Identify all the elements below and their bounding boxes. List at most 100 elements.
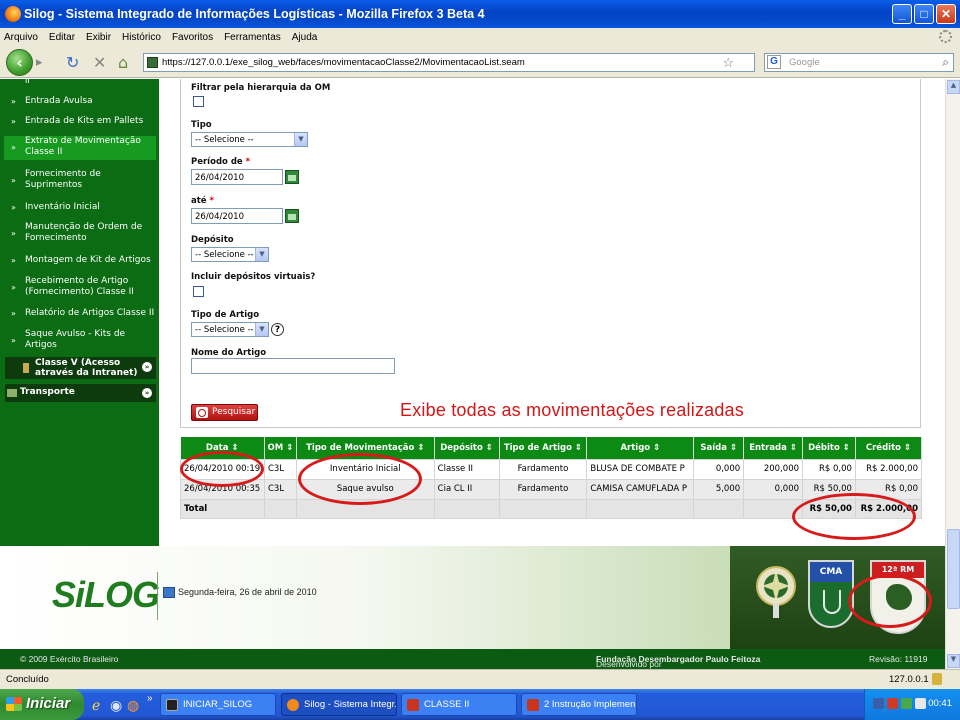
pesquisar-button[interactable]: Pesquisar bbox=[191, 404, 258, 421]
url-bar[interactable]: https://127.0.0.1/exe_silog_web/faces/mo… bbox=[143, 53, 755, 72]
tipo-artigo-label: Tipo de Artigo bbox=[191, 310, 260, 320]
lock-icon[interactable] bbox=[932, 673, 942, 685]
firefox-icon bbox=[287, 699, 299, 711]
periodo-de-input[interactable]: 26/04/2010 bbox=[191, 169, 283, 185]
chevron-down-icon[interactable]: ▼ bbox=[294, 133, 307, 146]
col-saida[interactable]: Saída ⇕ bbox=[693, 437, 745, 459]
task-classe-ii[interactable]: CLASSE II bbox=[401, 693, 517, 716]
maximize-button[interactable]: □ bbox=[914, 4, 934, 24]
sidebar-item-saque[interactable]: » Saque Avulso - Kits de Artigos bbox=[4, 329, 156, 351]
arrow-icon: » bbox=[11, 117, 16, 126]
calendar-icon bbox=[163, 587, 175, 598]
menu-editar[interactable]: Editar bbox=[49, 32, 75, 43]
google-icon[interactable]: G bbox=[767, 55, 781, 69]
windows-taskbar: Iniciar ℯ ◉ ◍ » INICIAR_SILOG Silog - Si… bbox=[0, 689, 960, 720]
forward-arrow-icon[interactable]: ▸ bbox=[36, 55, 53, 72]
current-date: Segunda-feira, 26 de abril de 2010 bbox=[163, 587, 317, 598]
arrow-icon: » bbox=[11, 97, 16, 106]
col-tipo-artigo[interactable]: Tipo de Artigo ⇕ bbox=[499, 437, 588, 459]
help-icon[interactable]: ? bbox=[271, 323, 284, 336]
silog-logo: SiLOG bbox=[52, 574, 160, 615]
col-debito[interactable]: Débito ⇕ bbox=[802, 437, 856, 459]
update-icon[interactable] bbox=[901, 698, 912, 709]
sidebar-item-extrato[interactable]: » Extrato de Movimentação Classe II bbox=[4, 136, 156, 160]
security-icon[interactable] bbox=[887, 698, 898, 709]
deposito-select[interactable]: -- Selecione -- ▼ bbox=[191, 247, 269, 262]
task-silog-firefox[interactable]: Silog - Sistema Integr... bbox=[281, 693, 397, 716]
scroll-down-icon[interactable]: ▼ bbox=[947, 654, 960, 668]
table-row[interactable]: 26/04/2010 00:19 C3L Inventário Inicial … bbox=[180, 458, 923, 480]
sidebar-group-transporte[interactable]: Transporte » bbox=[5, 384, 156, 402]
col-credito[interactable]: Crédito ⇕ bbox=[855, 437, 923, 459]
sidebar-item-entrada-kits[interactable]: » Entrada de Kits em Pallets bbox=[4, 116, 156, 127]
status-bar: Concluído 127.0.0.1 bbox=[0, 669, 960, 689]
tipo-label: Tipo bbox=[191, 120, 212, 130]
ate-label: até * bbox=[191, 196, 214, 206]
window-title: Silog - Sistema Integrado de Informações… bbox=[24, 7, 485, 21]
sidebar-item-fornecimento[interactable]: » Fornecimento de Suprimentos bbox=[4, 169, 156, 191]
task-instrucao[interactable]: 2 Instrução Implemen... bbox=[521, 693, 637, 716]
periodo-ate-input[interactable]: 26/04/2010 bbox=[191, 208, 283, 224]
table-row[interactable]: 26/04/2010 00:35 C3L Saque avulso Cia CL… bbox=[180, 478, 923, 500]
highlight-circle-movimentacao bbox=[298, 453, 422, 505]
menu-favoritos[interactable]: Favoritos bbox=[172, 32, 213, 43]
menu-exibir[interactable]: Exibir bbox=[86, 32, 111, 43]
start-button[interactable]: Iniciar bbox=[0, 689, 84, 720]
sidebar-item-manutencao[interactable]: » Manutenção de Ordem de Fornecimento bbox=[4, 222, 156, 244]
sidebar-item-montagem[interactable]: » Montagem de Kit de Artigos bbox=[4, 255, 156, 266]
home-icon[interactable]: ⌂ bbox=[118, 53, 128, 72]
menu-ajuda[interactable]: Ajuda bbox=[292, 32, 318, 43]
search-input[interactable]: G Google ⌕ bbox=[764, 53, 954, 72]
volume-icon[interactable] bbox=[915, 698, 926, 709]
sidebar-item-relatorio[interactable]: » Relatório de Artigos Classe II bbox=[4, 308, 156, 319]
stop-icon[interactable]: ✕ bbox=[93, 53, 106, 72]
annotation-text: Exibe todas as movimentações realizadas bbox=[400, 400, 744, 420]
chevron-down-icon[interactable]: ▼ bbox=[255, 323, 268, 336]
ie-icon[interactable]: ℯ bbox=[92, 697, 100, 714]
calendar-icon[interactable] bbox=[285, 209, 299, 223]
search-icon bbox=[196, 407, 208, 418]
sidebar-item-inventario[interactable]: » Inventário Inicial bbox=[4, 202, 156, 213]
arrow-icon: » bbox=[11, 176, 16, 185]
nome-artigo-input[interactable] bbox=[191, 358, 395, 374]
menu-arquivo[interactable]: Arquivo bbox=[4, 32, 38, 43]
vertical-scrollbar[interactable]: ▲ ▼ bbox=[945, 79, 960, 669]
site-favicon-icon bbox=[147, 57, 158, 68]
task-iniciar-silog[interactable]: INICIAR_SILOG bbox=[160, 693, 276, 716]
network-icon[interactable] bbox=[873, 698, 884, 709]
menu-ferramentas[interactable]: Ferramentas bbox=[224, 32, 281, 43]
search-icon[interactable]: ⌕ bbox=[942, 55, 949, 70]
virtuais-checkbox[interactable] bbox=[193, 286, 204, 297]
powerpoint-icon bbox=[407, 699, 419, 711]
quicklaunch-more-icon[interactable]: » bbox=[147, 693, 153, 704]
page-viewport: II » Entrada Avulsa » Entrada de Kits em P… bbox=[0, 79, 945, 669]
sidebar-group-classe5[interactable]: Classe V (Acesso através da Intranet) » bbox=[5, 357, 156, 379]
sidebar-item-entrada-avulsa[interactable]: » Entrada Avulsa bbox=[4, 96, 156, 107]
col-entrada[interactable]: Entrada ⇕ bbox=[743, 437, 804, 459]
tipo-artigo-select[interactable]: -- Selecione -- ▼ bbox=[191, 322, 269, 337]
scroll-thumb[interactable] bbox=[947, 529, 960, 609]
menu-historico[interactable]: Histórico bbox=[122, 32, 161, 43]
firefox-quicklaunch-icon[interactable]: ◍ bbox=[127, 697, 139, 714]
back-arrow-icon[interactable]: ‹ bbox=[6, 49, 33, 76]
media-icon[interactable]: ◉ bbox=[110, 697, 122, 714]
filter-form: Filtrar pela hierarquia da OM Tipo -- Se… bbox=[180, 79, 921, 428]
scroll-up-icon[interactable]: ▲ bbox=[947, 80, 960, 94]
calendar-icon[interactable] bbox=[285, 170, 299, 184]
chevron-down-icon[interactable]: ▼ bbox=[255, 248, 268, 261]
tipo-select[interactable]: -- Selecione -- ▼ bbox=[191, 132, 308, 147]
sidebar-item-recebimento[interactable]: » Recebimento de Artigo (Fornecimento) Cl… bbox=[4, 276, 156, 298]
col-artigo[interactable]: Artigo ⇕ bbox=[586, 437, 695, 459]
arrow-icon: » bbox=[11, 309, 16, 318]
windows-logo-icon bbox=[6, 697, 22, 711]
minimize-button[interactable]: _ bbox=[892, 4, 912, 24]
close-button[interactable]: ✕ bbox=[936, 4, 956, 24]
reload-icon[interactable]: ↻ bbox=[66, 53, 79, 72]
bookmark-star-icon[interactable]: ☆ bbox=[722, 55, 734, 71]
nome-artigo-label: Nome do Artigo bbox=[191, 348, 267, 358]
collapse-icon[interactable]: » bbox=[142, 388, 152, 398]
col-deposito[interactable]: Depósito ⇕ bbox=[434, 437, 500, 459]
col-om[interactable]: OM ⇕ bbox=[264, 437, 297, 459]
filtrar-checkbox[interactable] bbox=[193, 96, 204, 107]
collapse-icon[interactable]: » bbox=[142, 362, 152, 372]
